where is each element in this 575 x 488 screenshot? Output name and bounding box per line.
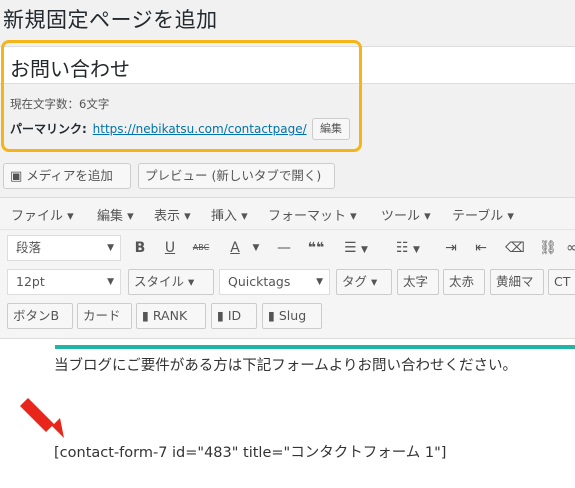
permalink-link[interactable]: https://nebikatsu.com/contactpage/ <box>93 122 307 136</box>
format-select[interactable]: 段落 ▼ <box>7 235 121 261</box>
ct-button[interactable]: CT <box>548 269 575 295</box>
post-title-text: お問い合わせ <box>10 57 130 81</box>
strikethrough-button[interactable]: ABC <box>188 235 214 261</box>
bold-red-button[interactable]: 太赤 <box>443 269 485 295</box>
chevron-down-icon: ▼ <box>107 243 114 253</box>
shortcode-paragraph: [contact-form-7 id="483" title="コンタクトフォー… <box>54 445 447 461</box>
blockquote-button[interactable]: ❝❝ <box>304 235 328 261</box>
horizontal-line-button[interactable]: — <box>272 235 296 261</box>
add-media-button[interactable]: ▣ メディアを追加 <box>3 163 131 189</box>
menu-table[interactable]: テーブル ▾ <box>452 205 514 224</box>
chevron-down-icon: ▼ <box>107 277 114 287</box>
permalink-label: パーマリンク: <box>10 122 87 136</box>
yellow-marker-button[interactable]: 黄細マ <box>490 269 544 295</box>
bookmark-icon: ▮ <box>217 308 224 323</box>
id-button[interactable]: ▮ ID <box>211 303 257 329</box>
menu-view[interactable]: 表示 ▾ <box>154 205 191 224</box>
numbered-list-icon[interactable]: ☷ ▼ <box>388 235 428 261</box>
outdent-icon[interactable]: ⇤ <box>470 235 492 261</box>
bold-tag-button[interactable]: 太字 <box>397 269 439 295</box>
quicktags-select[interactable]: Quicktags ▼ <box>219 269 330 295</box>
slug-button[interactable]: ▮ Slug <box>262 303 322 329</box>
unlink-icon[interactable]: ⛓ <box>536 235 560 261</box>
menu-edit[interactable]: 編集 ▾ <box>97 205 134 224</box>
editor-menubar: ファイル ▾ 編集 ▾ 表示 ▾ 挿入 ▾ フォーマット ▾ ツール ▾ テーブ… <box>0 198 575 230</box>
editor-content-area[interactable]: 当ブログにご要件がある方は下記フォームよりお問い合わせください。 [contac… <box>0 338 575 488</box>
indent-icon[interactable]: ⇥ <box>440 235 462 261</box>
button-b-button[interactable]: ボタンB <box>7 303 73 329</box>
word-count: 現在文字数：6文字 <box>10 97 110 111</box>
rank-button[interactable]: ▮ RANK <box>136 303 206 329</box>
post-title-input[interactable]: お問い合わせ <box>0 46 575 84</box>
underline-button[interactable]: U <box>160 235 180 261</box>
link-icon[interactable]: ∞ <box>566 235 575 261</box>
red-arrow-icon <box>20 398 64 438</box>
toolbar-row-1: 段落 ▼ B U ABC A ▼ — ❝❝ ☰ ▼ ☷ ▼ ⇥ ⇤ ⌫ ⛓ ∞ <box>0 231 575 265</box>
bookmark-icon: ▮ <box>268 308 275 323</box>
card-button[interactable]: カード <box>77 303 132 329</box>
menu-file[interactable]: ファイル ▾ <box>11 205 74 224</box>
teal-divider <box>55 345 575 349</box>
style-dropdown[interactable]: スタイル ▾ <box>128 269 214 295</box>
chevron-down-icon: ▼ <box>316 277 323 287</box>
tag-dropdown[interactable]: タグ ▾ <box>336 269 392 295</box>
text-color-chevron-icon[interactable]: ▼ <box>250 235 262 261</box>
toolbar-row-3: ボタンB カード ▮ RANK ▮ ID ▮ Slug <box>0 299 575 333</box>
title-area: お問い合わせ 現在文字数：6文字 パーマリンク: https://nebikat… <box>0 40 575 156</box>
preview-button[interactable]: プレビュー (新しいタブで開く) <box>138 163 335 189</box>
font-size-select[interactable]: 12pt ▼ <box>7 269 121 295</box>
bold-button[interactable]: B <box>130 235 150 261</box>
menu-tools[interactable]: ツール ▾ <box>381 205 431 224</box>
toolbar-row-2: 12pt ▼ スタイル ▾ Quicktags ▼ タグ ▾ 太字 太赤 黄細マ… <box>0 265 575 299</box>
content-paragraph: 当ブログにご要件がある方は下記フォームよりお問い合わせください。 <box>54 358 517 374</box>
media-icon: ▣ <box>10 169 23 184</box>
bookmark-icon: ▮ <box>142 308 149 323</box>
permalink-edit-button[interactable]: 編集 <box>312 118 350 140</box>
permalink-row: パーマリンク: https://nebikatsu.com/contactpag… <box>10 120 307 137</box>
editor: ファイル ▾ 編集 ▾ 表示 ▾ 挿入 ▾ フォーマット ▾ ツール ▾ テーブ… <box>0 197 575 488</box>
text-color-button[interactable]: A <box>224 235 246 261</box>
bullet-list-icon[interactable]: ☰ ▼ <box>336 235 376 261</box>
menu-insert[interactable]: 挿入 ▾ <box>211 205 248 224</box>
menu-format[interactable]: フォーマット ▾ <box>268 205 357 224</box>
page-title: 新規固定ページを追加 <box>3 8 218 32</box>
eraser-icon[interactable]: ⌫ <box>504 235 526 261</box>
